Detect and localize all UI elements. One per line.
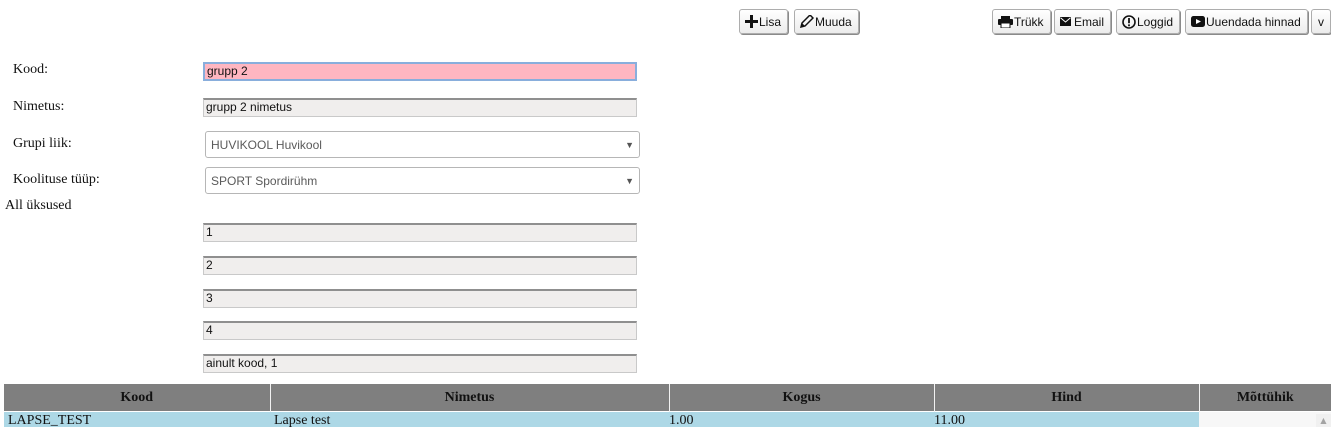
unit-field-5[interactable]: ainult kood, 1 bbox=[203, 354, 637, 373]
printer-icon bbox=[998, 15, 1013, 28]
email-button-label: Email bbox=[1074, 14, 1105, 29]
cell-price: 11.00 bbox=[934, 411, 1199, 427]
unit-field-4[interactable]: 4 bbox=[203, 321, 637, 340]
items-table: Kood Nimetus Kogus Hind Mõttühik LAPSE_T… bbox=[4, 384, 1331, 427]
print-button[interactable]: Trükk bbox=[992, 9, 1051, 34]
group-type-value: HUVIKOOL Huvikool bbox=[211, 137, 322, 152]
more-button[interactable]: v bbox=[1311, 9, 1331, 34]
unit-field-1[interactable]: 1 bbox=[203, 223, 637, 242]
print-button-label: Trükk bbox=[1014, 14, 1044, 29]
code-input[interactable]: grupp 2 bbox=[203, 62, 637, 81]
exclamation-circle-icon bbox=[1122, 14, 1136, 29]
table-header-row: Kood Nimetus Kogus Hind Mõttühik bbox=[4, 384, 1331, 412]
update-prices-button[interactable]: Uuendada hinnad bbox=[1185, 9, 1308, 34]
group-type-label: Grupi liik: bbox=[13, 136, 72, 151]
scroll-up-arrow-icon[interactable]: ▲ bbox=[1316, 414, 1331, 427]
plus-icon bbox=[745, 15, 758, 28]
cell-quantity: 1.00 bbox=[669, 411, 934, 427]
more-button-label: v bbox=[1318, 14, 1324, 29]
column-header-quantity[interactable]: Kogus bbox=[668, 384, 934, 412]
column-header-code[interactable]: Kood bbox=[4, 384, 270, 412]
cell-unit bbox=[1199, 411, 1331, 427]
email-button[interactable]: Email bbox=[1054, 9, 1112, 34]
training-type-select[interactable]: SPORT Spordirühm ▼ bbox=[205, 167, 640, 194]
logs-button-label: Loggid bbox=[1137, 14, 1174, 29]
add-button-label: Lisa bbox=[759, 14, 782, 29]
envelope-icon bbox=[1060, 17, 1071, 26]
training-type-label: Koolituse tüüp: bbox=[13, 172, 100, 187]
unit-field-3[interactable]: 3 bbox=[203, 289, 637, 308]
edit-button[interactable]: Muuda bbox=[794, 9, 859, 34]
dropdown-arrow-icon: ▼ bbox=[625, 176, 634, 186]
column-header-unit[interactable]: Mõttühik bbox=[1198, 384, 1331, 412]
dropdown-arrow-icon: ▼ bbox=[625, 140, 634, 150]
name-label: Nimetus: bbox=[13, 99, 65, 114]
cell-code: LAPSE_TEST bbox=[4, 411, 270, 427]
update-prices-button-label: Uuendada hinnad bbox=[1206, 14, 1301, 29]
add-button[interactable]: Lisa bbox=[739, 9, 789, 34]
play-icon bbox=[1191, 16, 1205, 27]
column-header-name[interactable]: Nimetus bbox=[269, 384, 669, 412]
code-label: Kood: bbox=[13, 62, 48, 77]
logs-button[interactable]: Loggid bbox=[1116, 9, 1181, 34]
all-units-label: All üksused bbox=[5, 198, 72, 213]
training-type-value: SPORT Spordirühm bbox=[211, 173, 318, 188]
unit-field-2[interactable]: 2 bbox=[203, 256, 637, 275]
group-type-select[interactable]: HUVIKOOL Huvikool ▼ bbox=[205, 131, 640, 158]
cell-name: Lapse test bbox=[270, 411, 669, 427]
name-input[interactable]: grupp 2 nimetus bbox=[203, 98, 637, 117]
column-header-price[interactable]: Hind bbox=[933, 384, 1199, 412]
pencil-icon bbox=[800, 15, 814, 28]
table-row[interactable]: LAPSE_TEST Lapse test 1.00 11.00 bbox=[4, 411, 1331, 427]
edit-button-label: Muuda bbox=[815, 14, 852, 29]
